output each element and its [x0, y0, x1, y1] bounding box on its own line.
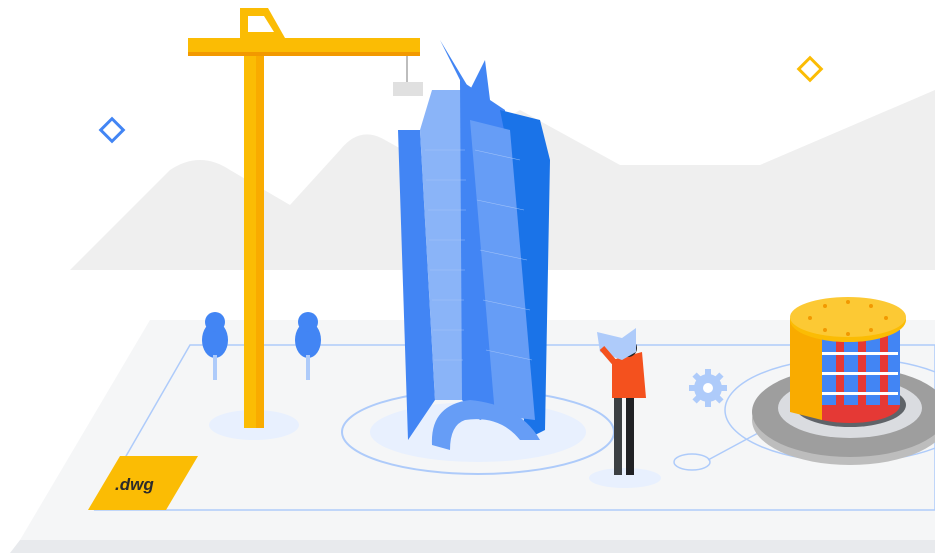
- dwg-file-label: .dwg: [115, 475, 154, 494]
- small-gear-icon: [689, 369, 727, 407]
- orange-diamond-icon: [796, 55, 824, 83]
- blue-diamond-icon: [98, 116, 126, 144]
- illustration-scene: .dwg: [10, 8, 935, 553]
